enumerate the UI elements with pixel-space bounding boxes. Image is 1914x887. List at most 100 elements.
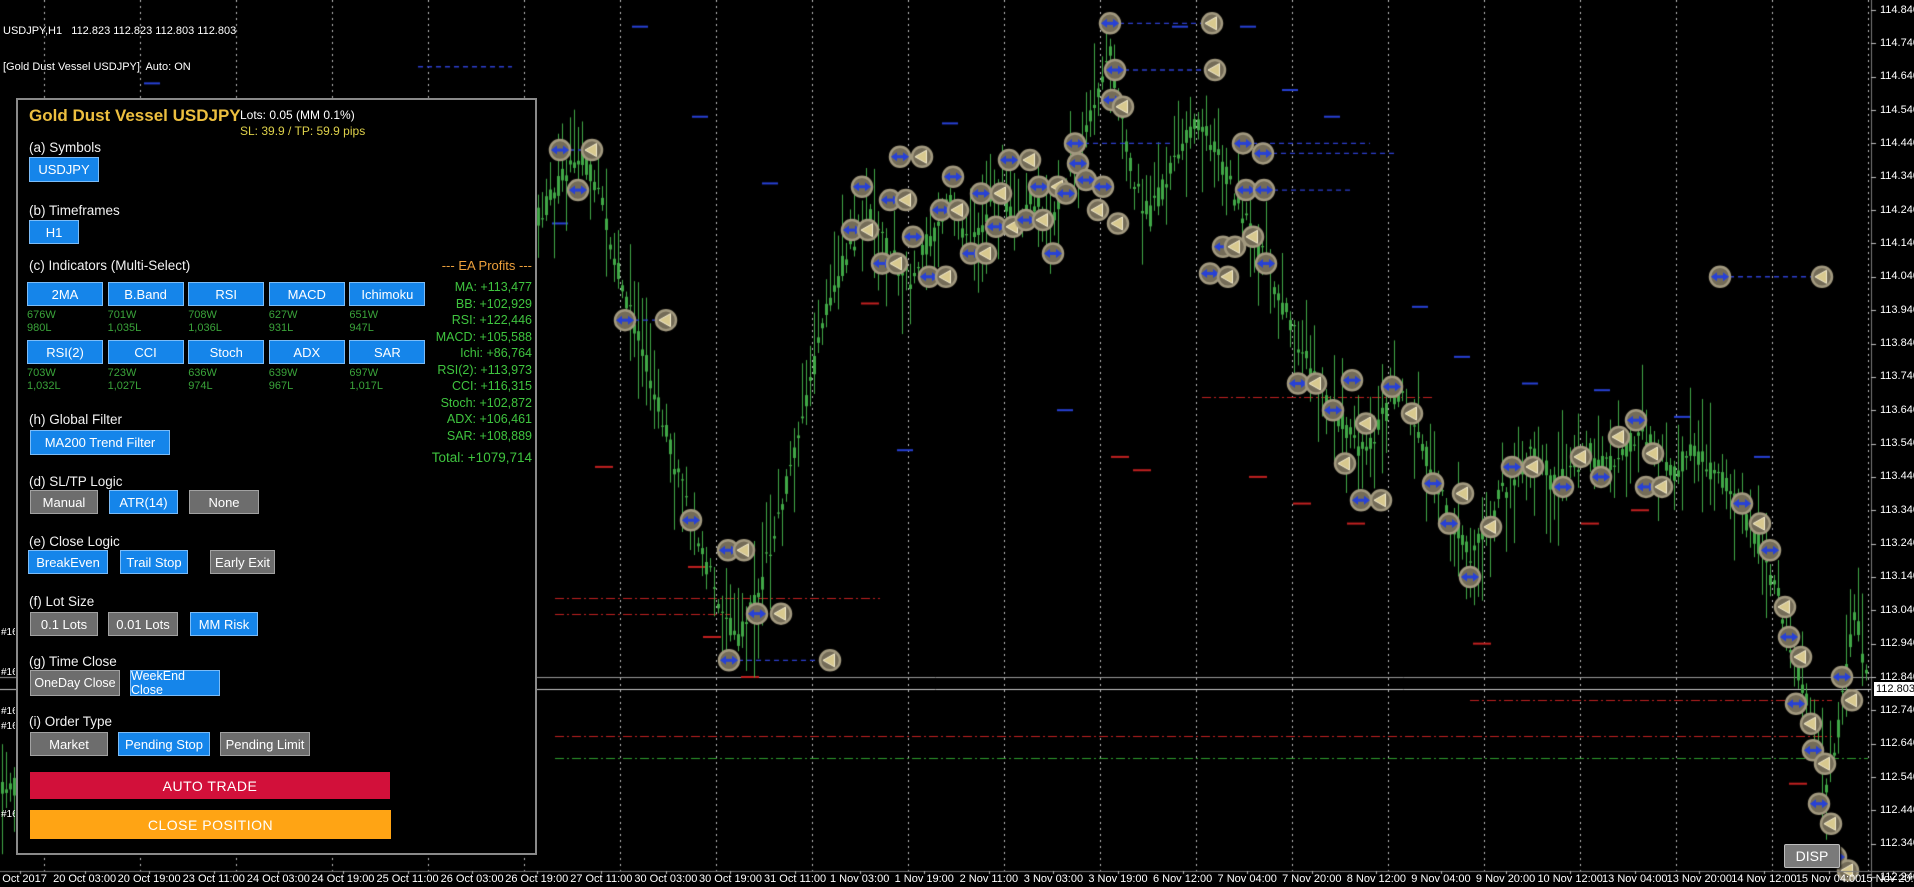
close-position-button[interactable]: CLOSE POSITION [30,810,391,839]
indicator-stats-2ma: 676W 980L [27,309,56,335]
price-axis-label: 114.740 [1880,36,1914,49]
panel-title: Gold Dust Vessel USDJPY [29,106,241,125]
section-label-timeframes: (b) Timeframes [29,203,120,218]
price-axis-label: 114.440 [1880,136,1914,149]
current-price-box: 112.803 [1874,682,1914,696]
ea-profit-row: ADX: +106,461 [446,412,532,426]
price-axis-label: 112.340 [1880,837,1914,850]
section-label-time-close: (g) Time Close [29,654,117,669]
button-manual[interactable]: Manual [30,490,98,514]
indicator-button-stoch[interactable]: Stoch [188,340,265,364]
indicator-stat-line: 627W [268,309,298,321]
time-axis-label: 13 Nov 20:00 [1666,873,1733,885]
indicator-button-macd[interactable]: MACD [268,282,345,306]
price-axis-label: 114.540 [1880,103,1914,116]
indicator-button-adx[interactable]: ADX [268,340,345,364]
button-trail-stop[interactable]: Trail Stop [120,550,188,574]
button-early-exit[interactable]: Early Exit [210,550,275,574]
time-axis-label: 25 Oct 11:00 [376,873,439,885]
button-mm-risk[interactable]: MM Risk [190,612,258,636]
indicator-stat-line: 1,035L [107,322,142,334]
price-axis-label: 113.040 [1880,603,1914,616]
indicator-stat-line: 980L [27,322,52,334]
disp-button[interactable]: DISP [1784,844,1840,868]
ea-status-readout: [Gold Dust Vessel USDJPY] Auto: ON [3,61,191,73]
indicator-stats-rsi: 708W 1,036L [188,309,222,335]
time-axis-label: 24 Oct 03:00 [246,873,310,885]
price-axis-label: 112.840 [1880,670,1914,683]
time-axis-label: 30 Oct 19:00 [698,873,762,885]
price-axis[interactable]: 112.803 114.840 114.740 114.640 114.540 114.… [1872,0,1914,883]
indicator-stat-line: 1,032L [27,380,61,392]
indicator-stats-macd: 627W 931L [269,309,298,335]
lots-readout: Lots: 0.05 (MM 0.1%) [240,108,355,122]
button-breakeven[interactable]: BreakEven [28,550,108,574]
indicator-stats-stoch: 636W 974L [188,367,217,393]
time-axis-label: 20 Oct 19:00 [117,873,181,885]
indicator-stat-line: 974L [188,380,213,392]
button-pending-stop[interactable]: Pending Stop [118,732,210,756]
section-label-global-filter: (h) Global Filter [29,412,123,427]
indicator-button-rsi2[interactable]: RSI(2) [27,340,103,364]
button-atr14[interactable]: ATR(14) [109,490,178,514]
trade-tag: #16 [1,721,15,732]
indicator-button-rsi[interactable]: RSI [188,282,265,306]
indicator-stat-line: 1,036L [188,322,222,334]
button-weekend-close[interactable]: WeekEnd Close [130,669,220,697]
time-axis-label: 30 Oct 03:00 [634,873,698,885]
price-axis-label: 113.540 [1880,437,1914,450]
section-label-symbols: (a) Symbols [29,140,102,155]
section-label-indicators: (c) Indicators (Multi-Select) [29,258,191,273]
indicator-stats-bband: 701W 1,035L [108,309,142,335]
time-axis-label: 10 Nov 12:00 [1537,873,1603,885]
auto-trade-button[interactable]: AUTO TRADE [30,772,390,799]
button-001-lots[interactable]: 0.01 Lots [108,612,178,636]
symbol-ohlc-readout: USDJPY,H1 112.823 112.823 112.803 112.80… [3,25,237,37]
timeframe-button-h1[interactable]: H1 [29,220,79,244]
time-axis-label: 27 Oct 11:00 [570,873,633,885]
price-axis-label: 114.040 [1880,270,1914,283]
section-label-order-type: (i) Order Type [29,714,113,729]
price-axis-label: 113.740 [1880,370,1914,383]
time-axis-label: 14 Nov 12:00 [1731,873,1797,885]
ea-profit-row: Stoch: +102,872 [440,395,532,410]
time-axis-label: 20 Oct 03:00 [53,873,117,885]
indicator-stat-line: 723W [107,367,137,379]
price-axis-label: 114.840 [1880,3,1914,16]
indicator-stat-line: 1,027L [107,380,142,392]
time-axis-label: 8 Nov 12:00 [1346,873,1407,885]
time-axis[interactable]: 9 Oct 2017 20 Oct 03:0020 Oct 19:0023 Oct… [0,872,1914,887]
indicator-stat-line: 701W [107,309,137,321]
indicator-stat-line: 931L [268,322,294,334]
symbol-button-usdjpy[interactable]: USDJPY [29,157,99,182]
time-axis-label: 7 Nov 20:00 [1282,873,1342,885]
ea-profit-row: CCI: +116,315 [451,379,532,393]
price-axis-label: 112.740 [1880,703,1914,716]
time-axis-label: 15 Nov 04:00 [1795,873,1862,885]
time-axis-label: 24 Oct 19:00 [311,873,375,885]
ea-profit-row: SAR: +108,889 [446,428,532,443]
ea-profits-rows: MA: +113,477 BB: +102,929 RSI: +122,446 MAC… [376,279,532,444]
price-axis-label: 113.140 [1880,570,1914,583]
button-none[interactable]: None [189,490,259,514]
button-ma200-trend-filter[interactable]: MA200 Trend Filter [30,430,170,455]
section-label-lot-size: (f) Lot Size [29,594,95,609]
button-oneday-close[interactable]: OneDay Close [30,670,120,696]
indicator-stat-line: 676W [27,309,56,321]
ea-profit-row: RSI(2): +113,973 [437,362,532,377]
ea-profits-total: Total: +1079,714 [431,450,532,465]
price-axis-label: 112.940 [1880,637,1914,650]
button-pending-limit[interactable]: Pending Limit [220,732,310,756]
indicator-stats-ichimoku: 651W 947L [349,309,378,335]
trade-tag: #16 [1,706,15,717]
indicator-stat-line: 967L [268,380,294,392]
button-01-lots[interactable]: 0.1 Lots [30,612,98,636]
indicator-button-2ma[interactable]: 2MA [27,282,103,306]
price-axis-label: 113.840 [1880,337,1914,349]
indicator-stat-line: 708W [188,309,217,321]
button-market[interactable]: Market [30,732,108,756]
indicator-button-bband[interactable]: B.Band [107,282,184,306]
indicator-button-cci[interactable]: CCI [107,340,184,364]
trade-tag: #16 [1,667,15,678]
price-axis-label: 114.140 [1880,236,1914,249]
